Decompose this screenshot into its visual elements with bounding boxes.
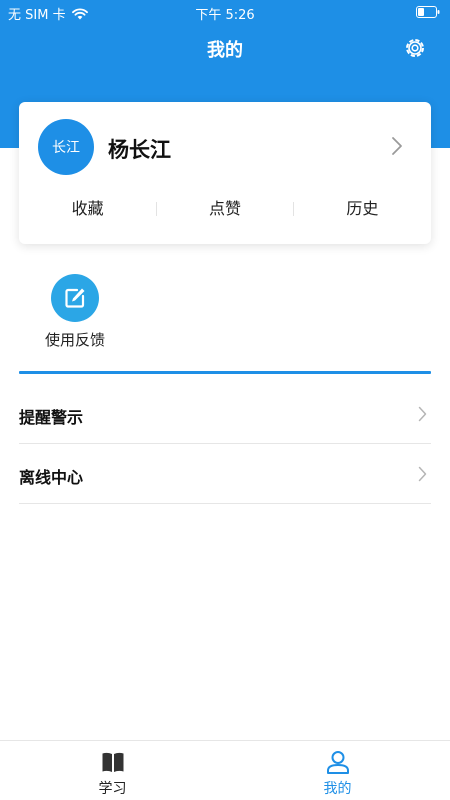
person-icon [326, 751, 349, 774]
menu-item-offline-center[interactable]: 离线中心 [19, 444, 431, 504]
status-time: 下午 5:26 [195, 8, 255, 23]
chevron-right-icon [418, 466, 427, 482]
tab-study[interactable]: 学习 [0, 741, 225, 800]
user-name[interactable]: 杨长江 [108, 134, 171, 164]
feedback-icon-circle [51, 274, 99, 322]
chevron-right-icon [418, 406, 427, 422]
menu-list: 提醒警示 离线中心 [19, 384, 431, 504]
battery-icon [416, 6, 440, 18]
page-title: 我的 [207, 40, 243, 61]
tab-mine[interactable]: 我的 [225, 741, 450, 800]
profile-card: 长江 杨长江 收藏 点赞 历史 [19, 102, 431, 244]
favorites-button[interactable]: 收藏 [19, 194, 156, 224]
stat-divider [293, 202, 294, 216]
avatar[interactable]: 长江 [38, 119, 94, 175]
feedback-label: 使用反馈 [44, 331, 105, 349]
gear-icon[interactable] [403, 36, 427, 60]
tab-bar: 学习 我的 [0, 740, 450, 800]
likes-button[interactable]: 点赞 [156, 194, 293, 224]
chevron-right-icon[interactable] [391, 136, 403, 156]
menu-item-label: 离线中心 [19, 468, 84, 487]
profile-stats: 收藏 点赞 历史 [19, 194, 431, 224]
history-button[interactable]: 历史 [294, 194, 431, 224]
menu-item-alerts[interactable]: 提醒警示 [19, 384, 431, 444]
feedback-button[interactable]: 使用反馈 [30, 272, 120, 352]
stat-divider [156, 202, 157, 216]
tab-label: 学习 [98, 781, 127, 797]
status-bar: 无 SIM 卡 下午 5:26 [0, 0, 450, 24]
menu-item-label: 提醒警示 [19, 408, 84, 427]
section-divider [19, 371, 431, 374]
book-icon [102, 752, 123, 772]
edit-icon [65, 288, 85, 308]
tab-label: 我的 [323, 781, 352, 797]
